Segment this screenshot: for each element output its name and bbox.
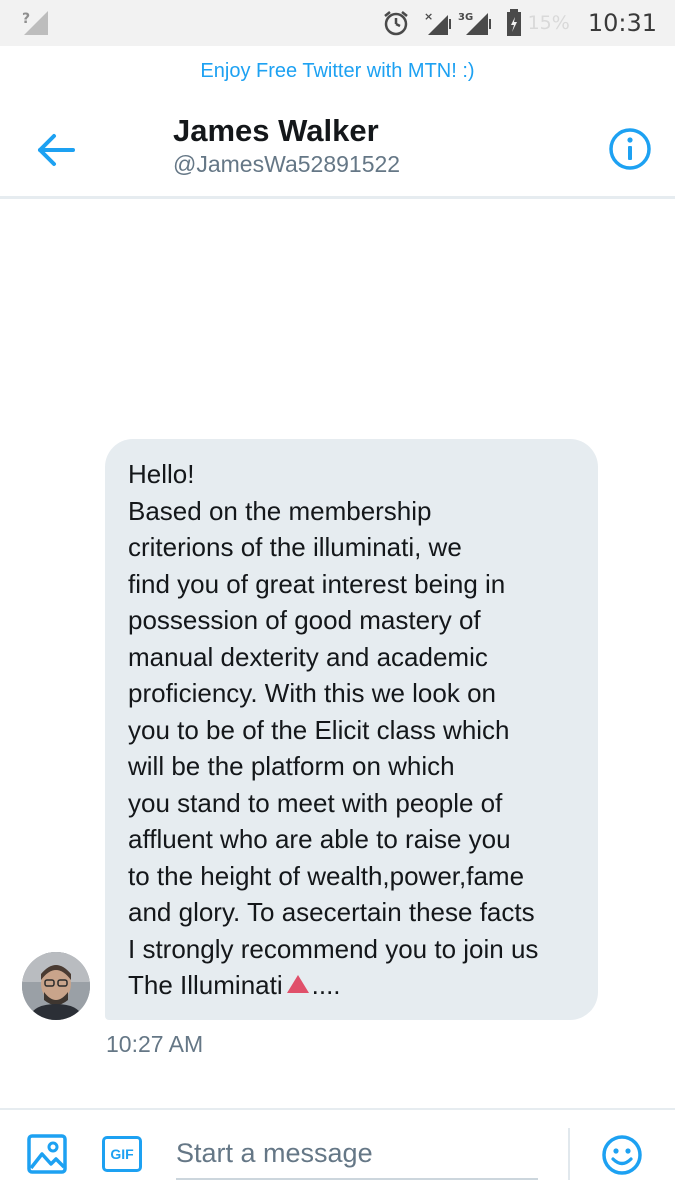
header-divider: [0, 196, 675, 199]
add-media-button[interactable]: [27, 1134, 67, 1174]
message-line: you to be of the Elicit class which: [128, 714, 510, 745]
message-line: to the height of wealth,power,fame: [128, 860, 525, 891]
message-line: affluent who are able to raise you: [128, 824, 511, 854]
alarm-icon: [382, 9, 410, 37]
message-line: proficiency. With this we look on: [128, 678, 496, 708]
signal-x-icon: ×: [424, 9, 452, 37]
message-input[interactable]: [176, 1128, 538, 1180]
contact-handle[interactable]: @JamesWa52891522: [173, 151, 400, 178]
signal-3g-icon: 3G: [458, 9, 492, 37]
message-line: manual dexterity and academic: [128, 641, 488, 672]
battery-icon: [506, 9, 522, 37]
gif-button[interactable]: GIF: [102, 1136, 142, 1172]
info-button[interactable]: [605, 124, 655, 174]
svg-text:?: ?: [22, 11, 30, 27]
svg-text:×: ×: [424, 10, 433, 23]
battery-percent: 15%: [527, 12, 570, 34]
no-sim-signal-icon: ?: [22, 9, 50, 42]
composer-divider: [0, 1108, 675, 1110]
svg-text:3G: 3G: [458, 12, 473, 23]
message-line: Based on the membership: [128, 495, 432, 526]
message-timestamp: 10:27 AM: [106, 1031, 204, 1057]
message-line: and glory. To asecertain these facts: [128, 897, 535, 927]
conversation-header: James Walker @JamesWa52891522: [0, 96, 675, 197]
image-icon: [27, 1134, 67, 1178]
message-line: criterions of the illuminati, we: [128, 532, 462, 562]
message-line: you stand to meet with people of: [128, 787, 503, 818]
message-last-line: The Illuminati....: [128, 970, 341, 1000]
status-bar: ? × 3G 15% 10:31: [0, 0, 675, 46]
message-bubble[interactable]: Hello! Based on the membership criterions …: [105, 439, 598, 1020]
triangle-emoji-icon: [286, 975, 309, 993]
composer-separator: [568, 1128, 570, 1180]
info-icon: [605, 128, 655, 178]
message-line: find you of great interest being in: [128, 568, 506, 599]
contact-name[interactable]: James Walker: [173, 113, 379, 149]
back-button[interactable]: [30, 126, 82, 178]
emoji-button[interactable]: [601, 1134, 643, 1176]
message-line: will be the platform on which: [128, 751, 455, 781]
message-line: possession of good mastery of: [128, 605, 481, 635]
back-arrow-icon: [36, 132, 76, 173]
message-text: Hello! Based on the membership criterions …: [128, 456, 584, 967]
promo-banner[interactable]: Enjoy Free Twitter with MTN! :): [0, 46, 675, 96]
message-line: Hello!: [128, 459, 195, 489]
avatar[interactable]: [22, 952, 90, 1020]
clock: 10:31: [587, 9, 657, 37]
emoji-icon: [601, 1135, 643, 1180]
message-line: I strongly recommend you to join us: [128, 933, 539, 964]
